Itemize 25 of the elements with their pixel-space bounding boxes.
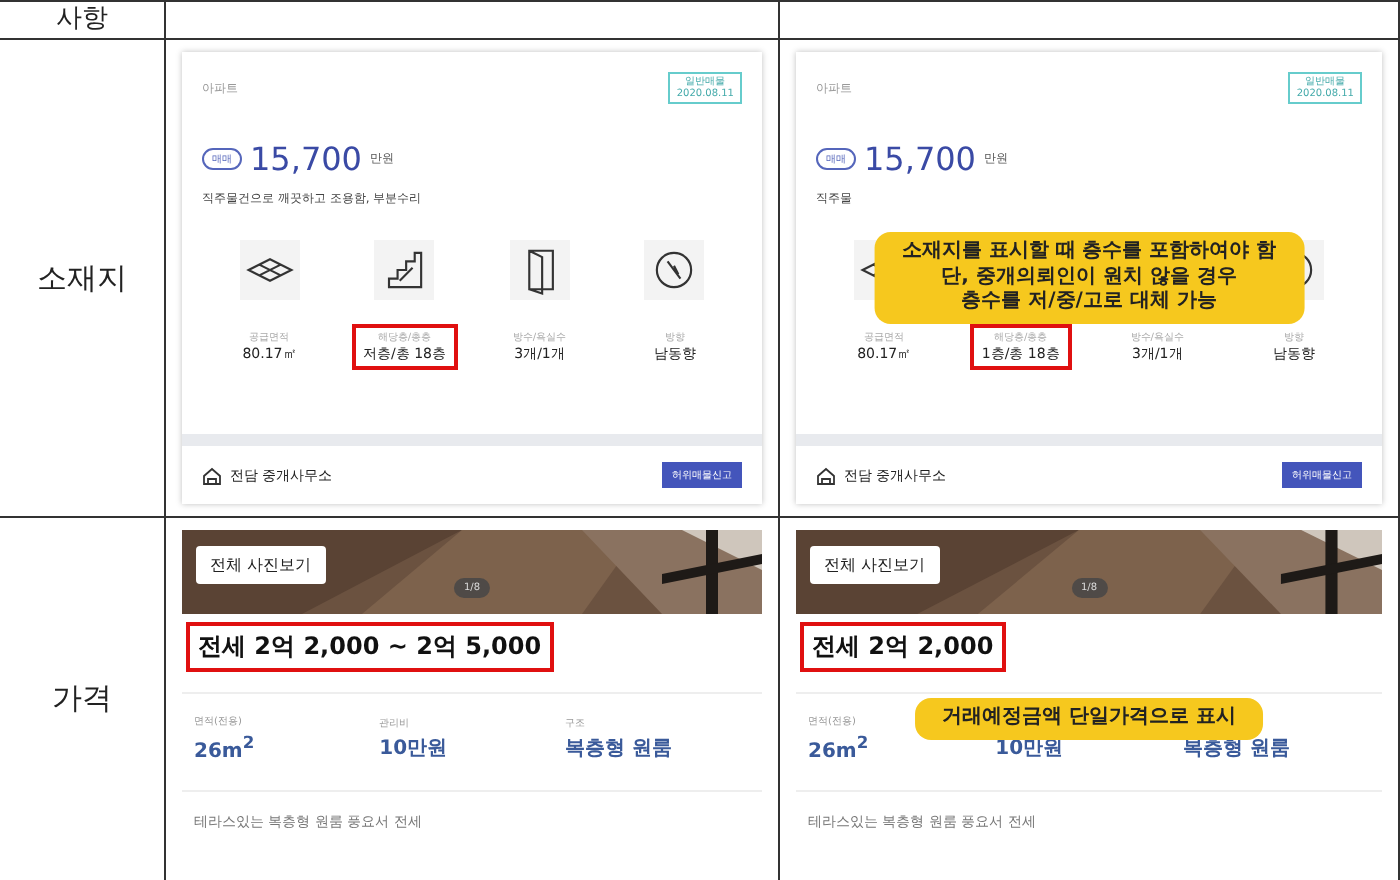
row-header: 가격 <box>52 680 112 718</box>
spec-value: 10만원 <box>995 736 1066 763</box>
callout-line: 거래예정금액 단일가격으로 표시 <box>942 706 1236 731</box>
price: 15,700 <box>864 140 976 178</box>
compass-icon <box>644 240 705 300</box>
callout-line: 층수를 저/중/고로 대체 가능 <box>961 290 1217 315</box>
door-icon <box>509 240 570 300</box>
callout-line: 소재지를 표시할 때 층수를 포함하여야 함 <box>901 240 1277 265</box>
house-icon <box>816 465 836 485</box>
spec-value: 복층형 원룸 <box>564 736 674 763</box>
house-icon <box>202 465 222 485</box>
row-header: 사항 <box>56 2 108 36</box>
spec-value: 10만원 <box>379 736 450 763</box>
callout-line: 단, 중개의뢰인이 원치 않을 경우 <box>941 265 1237 290</box>
floor-tile-icon <box>239 240 300 300</box>
rent-price: 전세 2억 2,000 ~ 2억 5,000 <box>186 622 554 672</box>
stairs-icon <box>374 240 435 300</box>
price: 15,700 <box>250 140 362 178</box>
row-header: 소재지 <box>37 259 127 297</box>
rent-price: 전세 2억 2,000 <box>800 622 1006 672</box>
spec-value: 26m$^{2}$ <box>808 732 871 763</box>
spec-value: 복층형 원룸 <box>1182 736 1292 763</box>
photo-button[interactable]: 전체 사진보기 <box>196 546 326 584</box>
spec-value: 26m$^{2}$ <box>194 732 257 763</box>
photo-button[interactable]: 전체 사진보기 <box>810 546 940 584</box>
